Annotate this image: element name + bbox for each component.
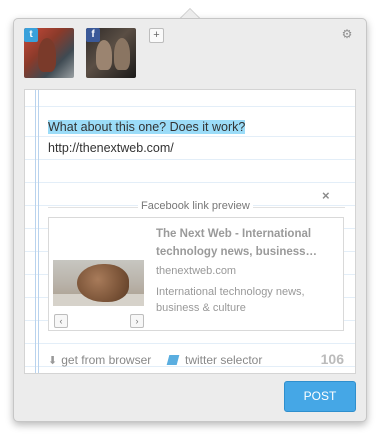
preview-description: International technology news, business …: [156, 286, 305, 314]
gear-icon[interactable]: ⚙: [341, 28, 353, 40]
next-thumbnail-button[interactable]: ›: [130, 314, 144, 328]
message-url: http://thenextweb.com/: [48, 141, 174, 155]
link-preview-label: Facebook link preview: [138, 200, 253, 212]
facebook-account-avatar[interactable]: f: [86, 28, 136, 78]
twitter-selector-button[interactable]: twitter selector: [166, 353, 263, 367]
character-count: 106: [320, 351, 344, 367]
facebook-icon: f: [86, 28, 100, 42]
get-from-browser-label: get from browser: [61, 353, 152, 367]
preview-title: The Next Web - International technology …: [156, 228, 318, 258]
twitter-selector-label: twitter selector: [185, 353, 263, 367]
flag-icon: [166, 355, 180, 365]
avatar-photo: [114, 38, 130, 70]
selected-text: What about this one? Does it work?: [48, 120, 246, 134]
prev-thumbnail-button[interactable]: ‹: [54, 314, 68, 328]
margin-line: [38, 90, 39, 373]
avatar-photo: [96, 40, 112, 70]
down-arrow-icon: ⬇: [48, 355, 58, 367]
add-account-button[interactable]: +: [149, 28, 164, 43]
thumbnail-subject: [77, 264, 129, 302]
link-preview-card: ‹ › The Next Web - International technol…: [48, 217, 344, 331]
get-from-browser-button[interactable]: ⬇ get from browser: [48, 353, 151, 367]
popup-arrow-inner: [181, 9, 199, 18]
avatar-photo: [38, 38, 56, 72]
close-icon[interactable]: ×: [322, 188, 330, 203]
message-editor[interactable]: What about this one? Does it work? http:…: [24, 89, 356, 374]
post-button[interactable]: POST: [284, 381, 356, 412]
compose-popup: t f + ⚙ What about this one? Does it wor…: [13, 9, 367, 422]
preview-domain: thenextweb.com: [156, 265, 237, 277]
margin-line: [35, 90, 36, 373]
preview-thumbnail: [53, 260, 144, 306]
message-text[interactable]: What about this one? Does it work? http:…: [48, 117, 348, 159]
twitter-account-avatar[interactable]: t: [24, 28, 74, 78]
editor-footer: ⬇ get from browser twitter selector 106: [25, 347, 355, 373]
twitter-icon: t: [24, 28, 38, 42]
